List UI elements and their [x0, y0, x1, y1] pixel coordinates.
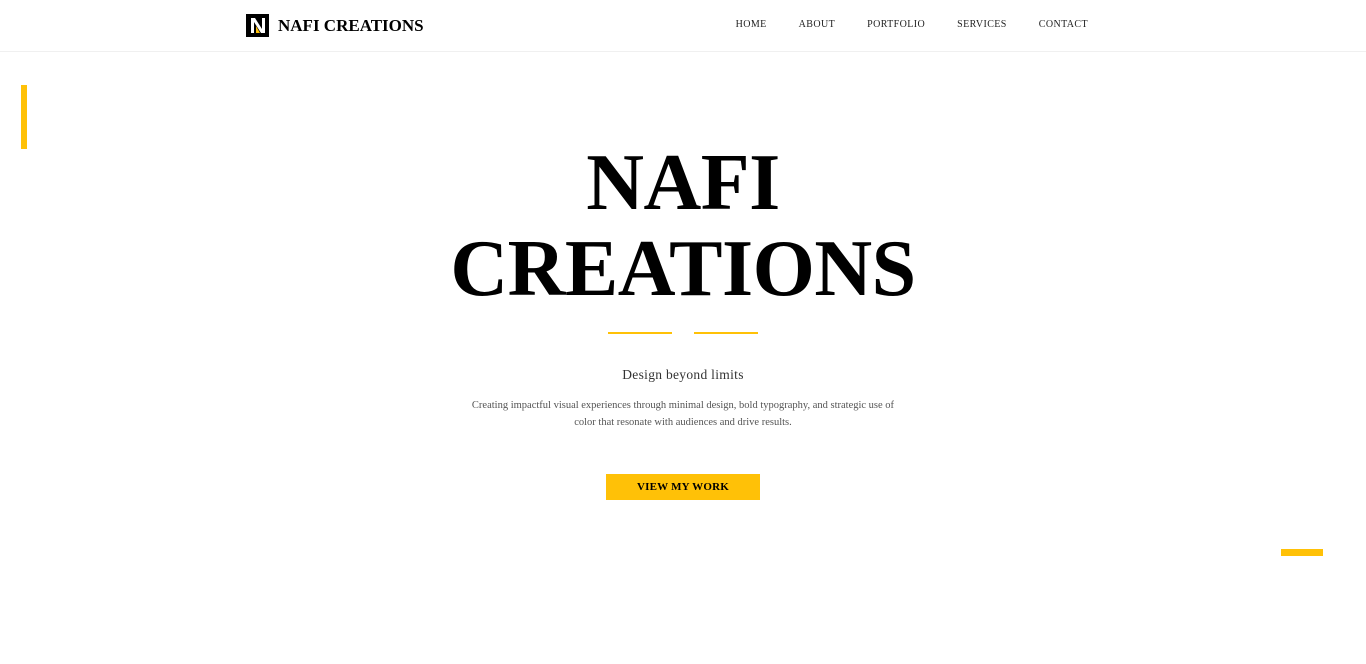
hero-description: Creating impactful visual experiences th…	[471, 400, 895, 428]
nav-about[interactable]: ABOUT	[799, 19, 835, 30]
site-header: NAFI CREATIONS HOME ABOUT PORTFOLIO SERV…	[0, 0, 1366, 52]
hero-title: NAFI CREATIONS	[0, 140, 1366, 312]
hero-title-line1: NAFI	[586, 139, 780, 227]
title-divider-right	[694, 332, 758, 334]
nav-services[interactable]: SERVICES	[957, 19, 1007, 30]
letter-n-logo-icon	[246, 14, 269, 37]
brand-logo[interactable]: NAFI CREATIONS	[246, 14, 424, 37]
hero-tagline: Design beyond limits	[622, 367, 744, 382]
main-nav: HOME ABOUT PORTFOLIO SERVICES CONTACT	[736, 19, 1088, 30]
view-my-work-button[interactable]: VIEW MY WORK	[606, 474, 760, 500]
nav-home[interactable]: HOME	[736, 19, 767, 30]
hero-title-line2: CREATIONS	[450, 225, 916, 313]
right-accent-bar	[1281, 549, 1323, 556]
brand-name: NAFI CREATIONS	[278, 15, 424, 35]
nav-contact[interactable]: CONTACT	[1039, 19, 1088, 30]
nav-portfolio[interactable]: PORTFOLIO	[867, 19, 925, 30]
title-divider-left	[608, 332, 672, 334]
